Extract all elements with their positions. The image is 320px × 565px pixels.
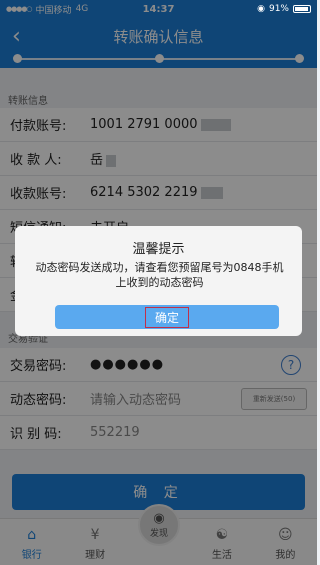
battery-icon bbox=[293, 5, 311, 13]
dialog-ok-button[interactable]: 确定 bbox=[55, 305, 279, 329]
dialog-message: 动态密码发送成功，请查看您预留尾号为0848手机上收到的动态密码 bbox=[35, 261, 284, 289]
alert-dialog: 温馨提示 动态密码发送成功，请查看您预留尾号为0848手机上收到的动态密码 确定 bbox=[15, 226, 302, 336]
dialog-ok-label: 确定 bbox=[144, 306, 189, 328]
battery-percent: 91% bbox=[268, 4, 289, 14]
dialog-title: 温馨提示 bbox=[132, 242, 185, 257]
lock-rotation-icon: ◉ bbox=[257, 4, 265, 14]
